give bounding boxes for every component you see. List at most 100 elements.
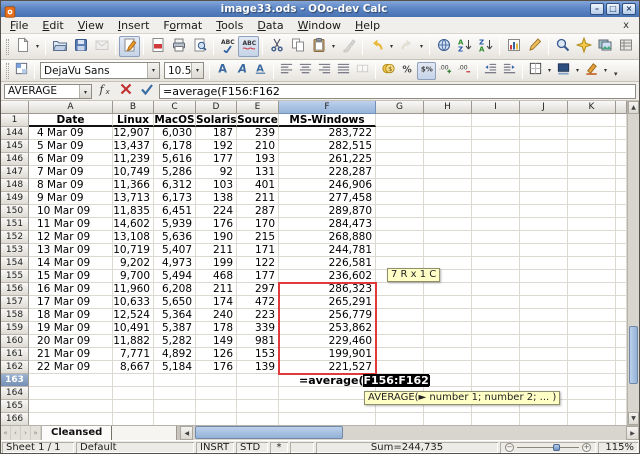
menu-insert[interactable]: Insert [111,18,157,33]
toolbar-overflow-button[interactable]: ▾ [614,70,618,80]
cell-J146[interactable] [520,153,568,166]
accept-formula-button[interactable] [136,81,157,102]
menu-window[interactable]: Window [291,18,348,33]
cell-E157[interactable]: 472 [237,296,279,309]
cell-K156[interactable] [568,283,616,296]
cell-J163[interactable] [520,374,568,387]
cell-D156[interactable]: 211 [196,283,237,296]
cell-H151[interactable] [424,218,472,231]
close-document-button[interactable]: x [615,20,637,31]
cell-H153[interactable] [424,244,472,257]
row-header-148[interactable]: 148 [1,179,29,192]
row-header-147[interactable]: 147 [1,166,29,179]
zoom-out-button[interactable]: − [505,443,514,452]
cell-E150[interactable]: 287 [237,205,279,218]
cell-A147[interactable]: 7 Mar 09 [29,166,113,179]
cell-B161[interactable]: 7,771 [113,348,154,361]
sort-ascending-button[interactable]: AZ [454,36,475,57]
row-header-160[interactable]: 160 [1,335,29,348]
cell-I155[interactable] [472,270,520,283]
cell-I157[interactable] [472,296,520,309]
row-header-149[interactable]: 149 [1,192,29,205]
menu-edit[interactable]: Edit [35,18,70,33]
cell-K164[interactable] [568,387,616,400]
cell-I153[interactable] [472,244,520,257]
cell-F160[interactable]: 229,460 [279,335,376,348]
cell-B145[interactable]: 13,437 [113,140,154,153]
cell-C157[interactable]: 5,650 [154,296,196,309]
cell-K155[interactable] [568,270,616,283]
cell-D157[interactable]: 174 [196,296,237,309]
cell-B156[interactable]: 11,960 [113,283,154,296]
cell-H144[interactable] [424,127,472,140]
cell-C156[interactable]: 6,208 [154,283,196,296]
cell-C159[interactable]: 5,387 [154,322,196,335]
cell-D147[interactable]: 92 [196,166,237,179]
column-header-F[interactable]: F [279,101,376,114]
row-header-153[interactable]: 153 [1,244,29,257]
cell-E152[interactable]: 215 [237,231,279,244]
cell-D144[interactable]: 187 [196,127,237,140]
cell-H159[interactable] [424,322,472,335]
cell-K148[interactable] [568,179,616,192]
cell-I159[interactable] [472,322,520,335]
menu-view[interactable]: View [71,18,111,33]
cell-B146[interactable]: 11,239 [113,153,154,166]
cell-B165[interactable] [113,400,154,413]
maximize-button[interactable]: □ [606,3,620,15]
cell-B160[interactable]: 11,882 [113,335,154,348]
cell-D166[interactable] [196,413,237,425]
borders-button[interactable] [526,62,545,80]
cell-A163[interactable] [29,374,113,387]
row-header-156[interactable]: 156 [1,283,29,296]
column-header-B[interactable]: B [113,101,154,114]
increase-indent-button[interactable] [500,62,519,80]
scroll-left-button[interactable]: ◀ [180,426,193,440]
cell-H158[interactable] [424,309,472,322]
cell-F157[interactable]: 265,291 [279,296,376,309]
row-header-164[interactable]: 164 [1,387,29,400]
minimize-button[interactable]: – [590,3,604,15]
cell-C166[interactable] [154,413,196,425]
cell-C164[interactable] [154,387,196,400]
cell-B150[interactable]: 11,835 [113,205,154,218]
cell-F164[interactable] [279,387,376,400]
cell-D1[interactable]: Solaris [196,114,237,127]
cell-C153[interactable]: 5,407 [154,244,196,257]
cell-G145[interactable] [376,140,424,153]
cell-E160[interactable]: 981 [237,335,279,348]
cell-K147[interactable] [568,166,616,179]
cell-C146[interactable]: 5,616 [154,153,196,166]
row-header-162[interactable]: 162 [1,361,29,374]
cell-B149[interactable]: 13,713 [113,192,154,205]
cell-H147[interactable] [424,166,472,179]
styles-window-button[interactable] [12,62,31,80]
cell-K157[interactable] [568,296,616,309]
cell-A144[interactable]: 4 Mar 09 [29,127,113,140]
export-pdf-button[interactable] [147,36,168,57]
cell-I160[interactable] [472,335,520,348]
cell-B151[interactable]: 14,602 [113,218,154,231]
cell-H152[interactable] [424,231,472,244]
copy-button[interactable] [287,36,308,57]
cell-A150[interactable]: 10 Mar 09 [29,205,113,218]
font-name-dropdown[interactable]: ▾ [147,63,159,78]
cell-A166[interactable] [29,413,113,425]
cell-D150[interactable]: 224 [196,205,237,218]
percent-button[interactable]: % [398,62,417,80]
cell-I161[interactable] [472,348,520,361]
spellcheck-button[interactable]: ABC [217,36,238,57]
cell-C160[interactable]: 5,282 [154,335,196,348]
cell-F159[interactable]: 253,862 [279,322,376,335]
select-all-corner[interactable] [1,101,29,114]
cell-B158[interactable]: 12,524 [113,309,154,322]
cell-H160[interactable] [424,335,472,348]
cell-D149[interactable]: 138 [196,192,237,205]
sheet-tab-cleansed[interactable]: Cleansed [41,426,112,440]
zoom-slider-track[interactable] [517,447,579,448]
paste-dropdown[interactable]: ▾ [329,43,338,50]
column-header-C[interactable]: C [154,101,196,114]
cell-J145[interactable] [520,140,568,153]
cell-A151[interactable]: 11 Mar 09 [29,218,113,231]
row-header-166[interactable]: 166 [1,413,29,425]
